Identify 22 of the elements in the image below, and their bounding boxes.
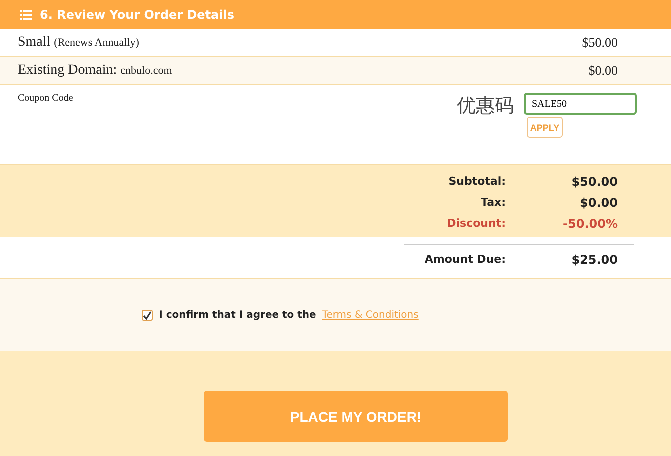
total-label: Discount: [446, 217, 506, 231]
terms-link[interactable]: Terms & Conditions [322, 310, 419, 320]
item-name: Existing Domain: cnbulo.com [18, 62, 172, 78]
confirm-checkbox[interactable] [142, 310, 154, 320]
item-price: $50.00 [582, 34, 618, 50]
item-price: $0.00 [588, 62, 618, 78]
total-value: $50.00 [570, 175, 618, 189]
coupon-annotation: 优惠码 [457, 94, 514, 119]
list-icon [20, 10, 32, 20]
coupon-field[interactable]: SALE50 [524, 93, 637, 115]
place-order-button[interactable]: PLACE MY ORDER! [204, 391, 508, 442]
section-title: 6. Review Your Order Details [40, 8, 235, 22]
total-label: Tax: [480, 196, 506, 210]
apply-button[interactable]: APPLY [527, 117, 563, 138]
confirm-text: I confirm that I agree to the [159, 310, 316, 320]
total-label: Subtotal: [448, 175, 506, 189]
total-value: -50.00% [562, 217, 618, 231]
amount-due-label: Amount Due: [424, 253, 506, 267]
item-name: Small (Renews Annually) [18, 34, 140, 50]
total-value: $0.00 [579, 196, 618, 210]
amount-due-value: $25.00 [570, 253, 618, 267]
coupon-label: Coupon Code [18, 93, 74, 106]
